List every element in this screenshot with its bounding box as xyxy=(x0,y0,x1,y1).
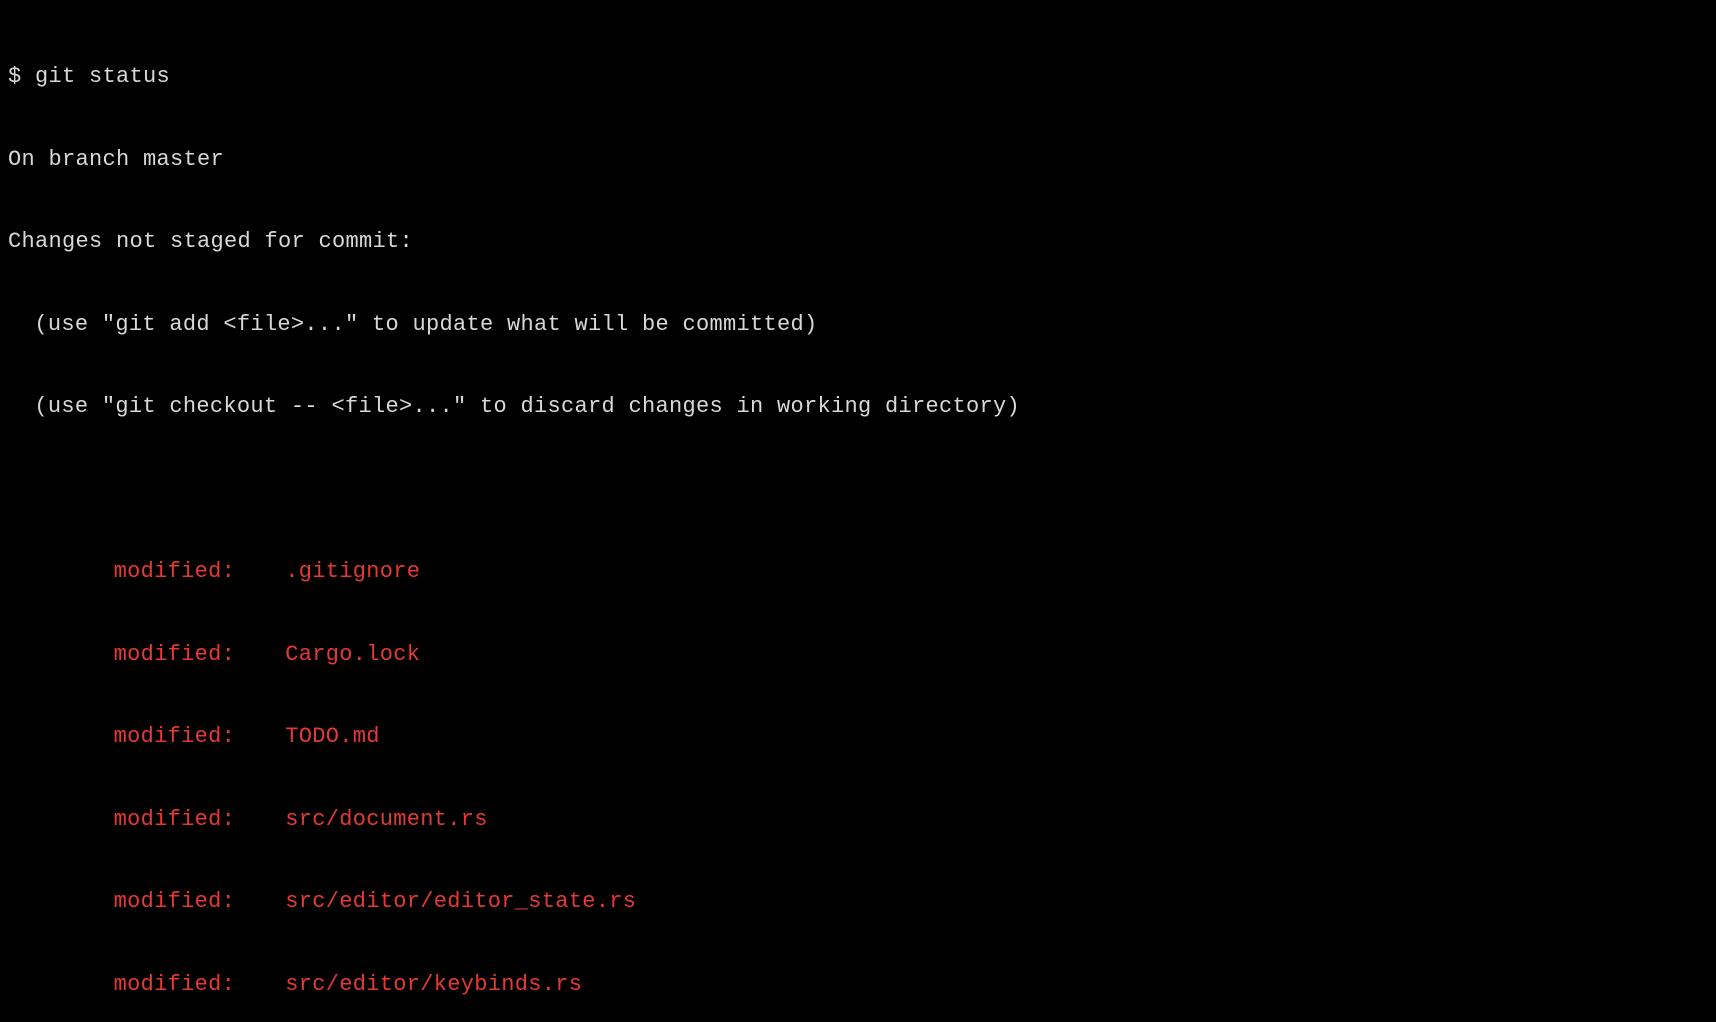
blank-line xyxy=(8,476,1708,504)
hint-checkout: (use "git checkout -- <file>..." to disc… xyxy=(8,393,1708,421)
command-prompt-line: $ git status xyxy=(8,63,1708,91)
modified-file-row: modified:src/editor/keybinds.rs xyxy=(8,971,1708,999)
modified-file-row: modified:.gitignore xyxy=(8,558,1708,586)
changes-header: Changes not staged for commit: xyxy=(8,228,1708,256)
modified-filename: TODO.md xyxy=(285,724,380,749)
modified-label: modified: xyxy=(114,723,286,751)
command-text: git status xyxy=(35,64,170,89)
prompt-symbol: $ xyxy=(8,64,35,89)
hint-add: (use "git add <file>..." to update what … xyxy=(8,311,1708,339)
modified-filename: src/editor/keybinds.rs xyxy=(285,972,582,997)
modified-label: modified: xyxy=(114,641,286,669)
modified-file-row: modified:TODO.md xyxy=(8,723,1708,751)
modified-label: modified: xyxy=(114,806,286,834)
modified-label: modified: xyxy=(114,888,286,916)
modified-filename: .gitignore xyxy=(285,559,420,584)
modified-file-row: modified:src/editor/editor_state.rs xyxy=(8,888,1708,916)
modified-filename: src/document.rs xyxy=(285,807,488,832)
terminal-output[interactable]: $ git status On branch master Changes no… xyxy=(8,8,1708,1022)
modified-label: modified: xyxy=(114,971,286,999)
modified-filename: src/editor/editor_state.rs xyxy=(285,889,636,914)
branch-info: On branch master xyxy=(8,146,1708,174)
modified-file-row: modified:Cargo.lock xyxy=(8,641,1708,669)
modified-file-row: modified:src/document.rs xyxy=(8,806,1708,834)
modified-filename: Cargo.lock xyxy=(285,642,420,667)
modified-label: modified: xyxy=(114,558,286,586)
